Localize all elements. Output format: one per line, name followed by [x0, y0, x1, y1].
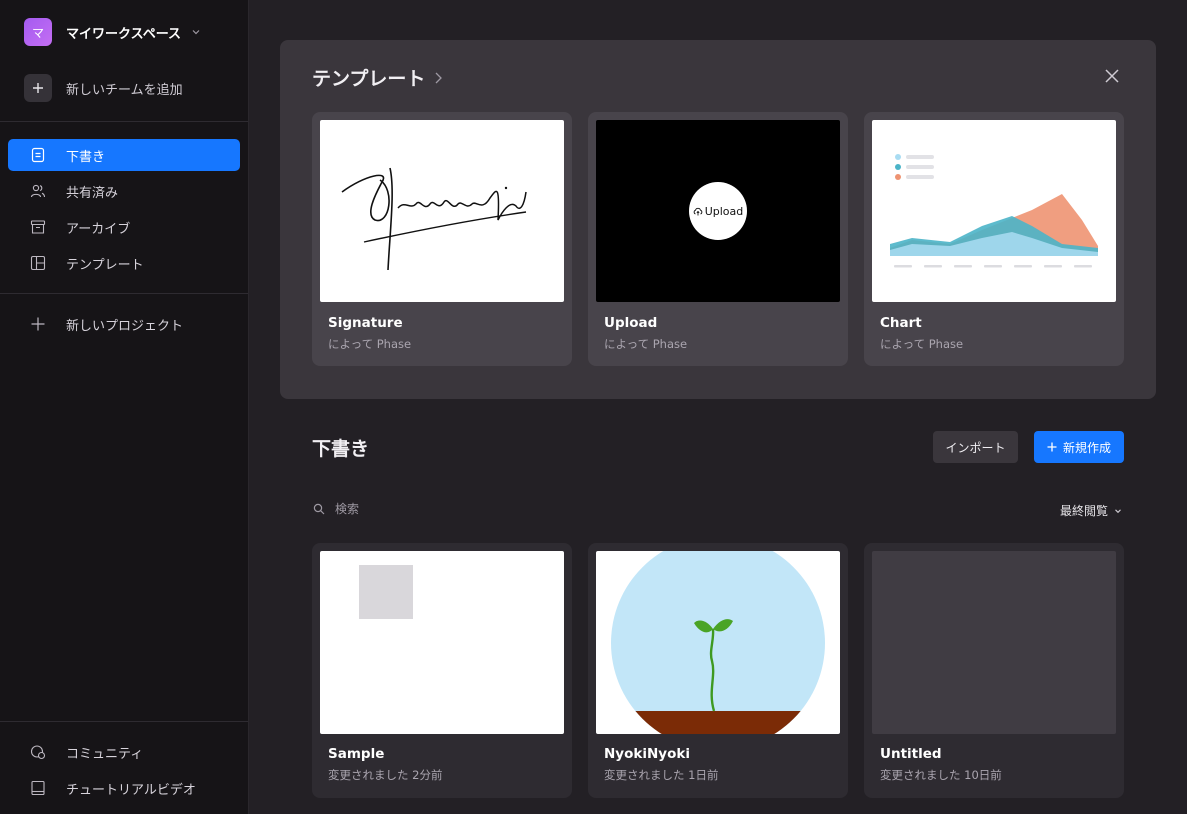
search-icon [313, 503, 325, 515]
sidebar-divider [0, 721, 248, 722]
sidebar-item-templates[interactable]: テンプレート [8, 247, 240, 279]
template-author: によって Phase [328, 337, 412, 351]
drafts-title: 下書き [312, 438, 370, 460]
template-title: Signature [328, 315, 403, 331]
chevron-down-icon [1115, 508, 1121, 513]
sidebar-item-archive[interactable]: アーカイブ [8, 211, 240, 243]
draft-card-untitled[interactable]: Untitled 変更されました 10日前 [864, 543, 1124, 798]
sidebar-item-label: テンプレート [66, 257, 144, 273]
area-chart-artwork [890, 154, 1098, 268]
add-team-button[interactable]: 新しいチームを追加 [24, 74, 183, 102]
template-title: Upload [604, 315, 658, 331]
sidebar-divider [0, 293, 248, 294]
template-author: によって Phase [604, 337, 688, 351]
plus-icon [1047, 442, 1057, 452]
chevron-down-icon [192, 30, 200, 35]
new-project-button[interactable]: 新しいプロジェクト [8, 308, 240, 340]
sidebar-item-label: アーカイブ [66, 221, 131, 237]
community-link[interactable]: コミュニティ [30, 742, 143, 762]
templates-title: テンプレート [312, 68, 426, 90]
signature-artwork [341, 167, 527, 271]
template-thumbnail: Upload [596, 120, 840, 302]
sidebar: マ マイワークスペース 新しいチームを追加 下書き 共有済み アーカイブ テンプ… [0, 0, 249, 814]
draft-thumbnail [872, 551, 1116, 734]
template-card-chart[interactable]: Chart によって Phase [864, 112, 1124, 366]
template-thumbnail [320, 120, 564, 302]
template-card-upload[interactable]: Upload Upload によって Phase [588, 112, 848, 366]
sidebar-item-label: 共有済み [66, 185, 119, 201]
draft-card-nyokinyoki[interactable]: NyokiNyoki 変更されました 1日前 [588, 543, 848, 798]
sort-label: 最終閲覧 [1060, 504, 1109, 518]
new-project-create-button[interactable]: 新規作成 [1034, 431, 1124, 463]
templates-heading[interactable]: テンプレート [312, 64, 443, 91]
sprout-artwork [611, 551, 825, 734]
close-icon[interactable] [1104, 68, 1120, 84]
workspace-avatar: マ [24, 18, 52, 46]
community-label: コミュニティ [66, 746, 144, 762]
draft-thumbnail [320, 551, 564, 734]
draft-thumbnail [596, 551, 840, 734]
draft-modified: 変更されました 10日前 [880, 768, 1002, 782]
upload-circle: Upload [689, 182, 747, 240]
new-project-label: 新しいプロジェクト [66, 318, 184, 334]
gray-square-shape [359, 565, 413, 619]
sidebar-item-label: 下書き [66, 149, 106, 165]
template-title: Chart [880, 315, 922, 331]
draft-title: Untitled [880, 746, 942, 762]
templates-panel: テンプレート Signature によって Phase Upload Uploa… [280, 40, 1156, 399]
draft-title: NyokiNyoki [604, 746, 690, 762]
import-button[interactable]: インポート [933, 431, 1018, 463]
upload-text: Upload [704, 204, 744, 218]
tutorial-video-label: チュートリアルビデオ [66, 782, 196, 798]
cloud-upload-icon [693, 207, 702, 215]
draft-modified: 変更されました 1日前 [604, 768, 719, 782]
plus-icon [24, 74, 52, 102]
workspace-name: マイワークスペース [66, 26, 182, 42]
sort-dropdown[interactable]: 最終閲覧 [1060, 502, 1122, 519]
template-card-signature[interactable]: Signature によって Phase [312, 112, 572, 366]
plus-icon [31, 317, 45, 331]
tutorial-video-link[interactable]: チュートリアルビデオ [30, 778, 196, 798]
draft-card-sample[interactable]: Sample 変更されました 2分前 [312, 543, 572, 798]
file-icon [31, 147, 45, 163]
users-icon [30, 184, 46, 198]
search-input[interactable] [335, 502, 535, 516]
sidebar-item-shared[interactable]: 共有済み [8, 175, 240, 207]
sidebar-divider [0, 121, 248, 122]
video-icon [31, 780, 45, 796]
sidebar-item-drafts[interactable]: 下書き [8, 139, 240, 171]
layout-icon [30, 255, 46, 271]
draft-title: Sample [328, 746, 385, 762]
community-icon [30, 745, 46, 760]
new-button-label: 新規作成 [1062, 440, 1111, 455]
search-bar [313, 500, 535, 518]
draft-modified: 変更されました 2分前 [328, 768, 443, 782]
workspace-switcher[interactable]: マ マイワークスペース [24, 18, 201, 46]
archive-icon [30, 220, 46, 234]
template-author: によって Phase [880, 337, 964, 351]
template-thumbnail [872, 120, 1116, 302]
chevron-right-icon [435, 72, 443, 83]
add-team-label: 新しいチームを追加 [66, 82, 183, 98]
